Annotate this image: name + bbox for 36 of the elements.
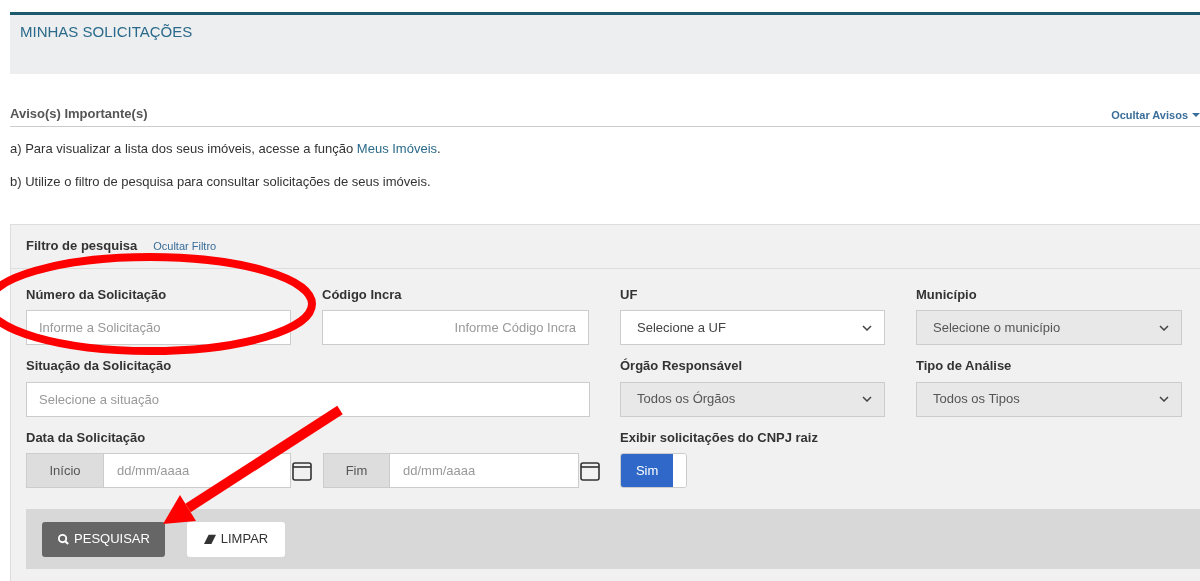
notice-text: b) Utilize o filtro de pesquisa para consultar solicitações de seus imóveis. [10,173,432,191]
eraser-icon [203,533,216,545]
chevron-down-icon [1159,396,1169,402]
clear-button[interactable]: LIMPAR [187,521,285,557]
field-label: Órgão Responsável [620,357,743,375]
section-title: Aviso(s) Importante(s) [10,105,148,123]
field-label: Exibir solicitações do CNPJ raiz [620,428,818,447]
input-field[interactable]: Informe Código Incra [322,310,589,345]
panel-title: Filtro de pesquisa [26,237,138,256]
calendar-icon[interactable] [579,459,601,482]
chevron-down-icon [862,396,872,402]
page-title: MINHAS SOLICITAÇÕES [20,23,193,40]
field-label: Código Incra [322,285,402,304]
field-label: Número da Solicitação [26,285,167,304]
field-label: Tipo de Análise [916,357,1012,375]
date-label: Fim [323,453,390,488]
input-field[interactable]: Informe a Solicitação [26,310,291,345]
field-label: Situação da Solicitação [26,357,172,375]
date-label: Início [26,453,104,488]
toggle-switch[interactable]: Sim [620,453,687,488]
calendar-icon[interactable] [291,459,313,482]
search-button[interactable]: PESQUISAR [42,521,165,557]
chevron-down-icon [862,324,872,331]
field-label: Data da Solicitação [26,428,146,447]
hide-notices-link[interactable]: Ocultar Avisos [1111,107,1200,124]
notice-text: a) Para visualizar a lista dos seus imóveis, acesse a função Meus Imóveis. [10,139,442,158]
hide-filter-link[interactable]: Ocultar Filtro [153,237,217,255]
search-icon [57,533,70,545]
dropdown[interactable]: Selecione a UF [620,310,885,345]
field-label: UF [620,285,638,304]
date-field[interactable]: dd/mm/aaaa [390,453,579,488]
input-field[interactable]: Selecione a situação [26,381,590,417]
caret-icon [1192,113,1200,118]
field-label: Município [916,285,977,304]
chevron-down-icon [1159,324,1169,331]
date-field[interactable]: dd/mm/aaaa [104,453,291,488]
